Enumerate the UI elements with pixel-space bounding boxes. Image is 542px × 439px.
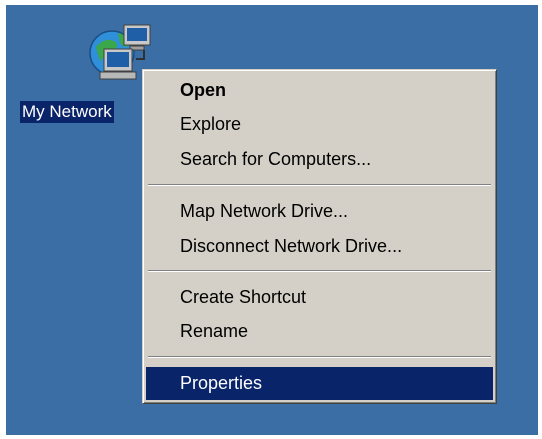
menu-item-disconnect-network-drive[interactable]: Disconnect Network Drive... [146, 230, 493, 263]
context-menu: Open Explore Search for Computers... Map… [142, 69, 497, 404]
desktop: My Network Open Explore Search for Compu… [6, 5, 538, 435]
menu-item-properties[interactable]: Properties [146, 367, 493, 400]
menu-item-rename[interactable]: Rename [146, 315, 493, 348]
menu-separator [148, 270, 491, 272]
desktop-icon-label: My Network [20, 101, 114, 123]
menu-item-search-for-computers[interactable]: Search for Computers... [146, 143, 493, 176]
menu-item-open[interactable]: Open [146, 74, 493, 107]
menu-item-map-network-drive[interactable]: Map Network Drive... [146, 195, 493, 228]
menu-item-explore[interactable]: Explore [146, 108, 493, 141]
menu-separator [148, 356, 491, 358]
desktop-shortcut-my-network[interactable]: My Network [20, 15, 151, 125]
menu-separator [148, 184, 491, 186]
menu-item-create-shortcut[interactable]: Create Shortcut [146, 281, 493, 314]
